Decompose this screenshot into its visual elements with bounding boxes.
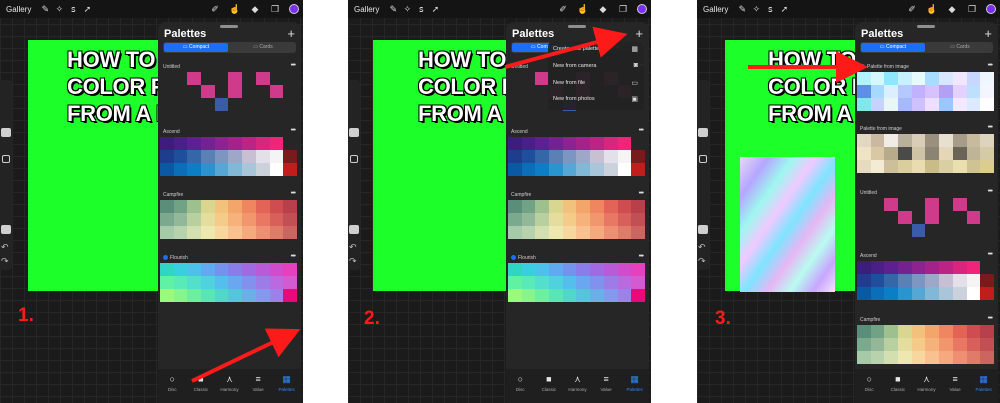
annotation-arrows [191,26,868,383]
arrow-to-palettes-tab [191,328,301,383]
arrow-to-add-button [504,26,628,69]
